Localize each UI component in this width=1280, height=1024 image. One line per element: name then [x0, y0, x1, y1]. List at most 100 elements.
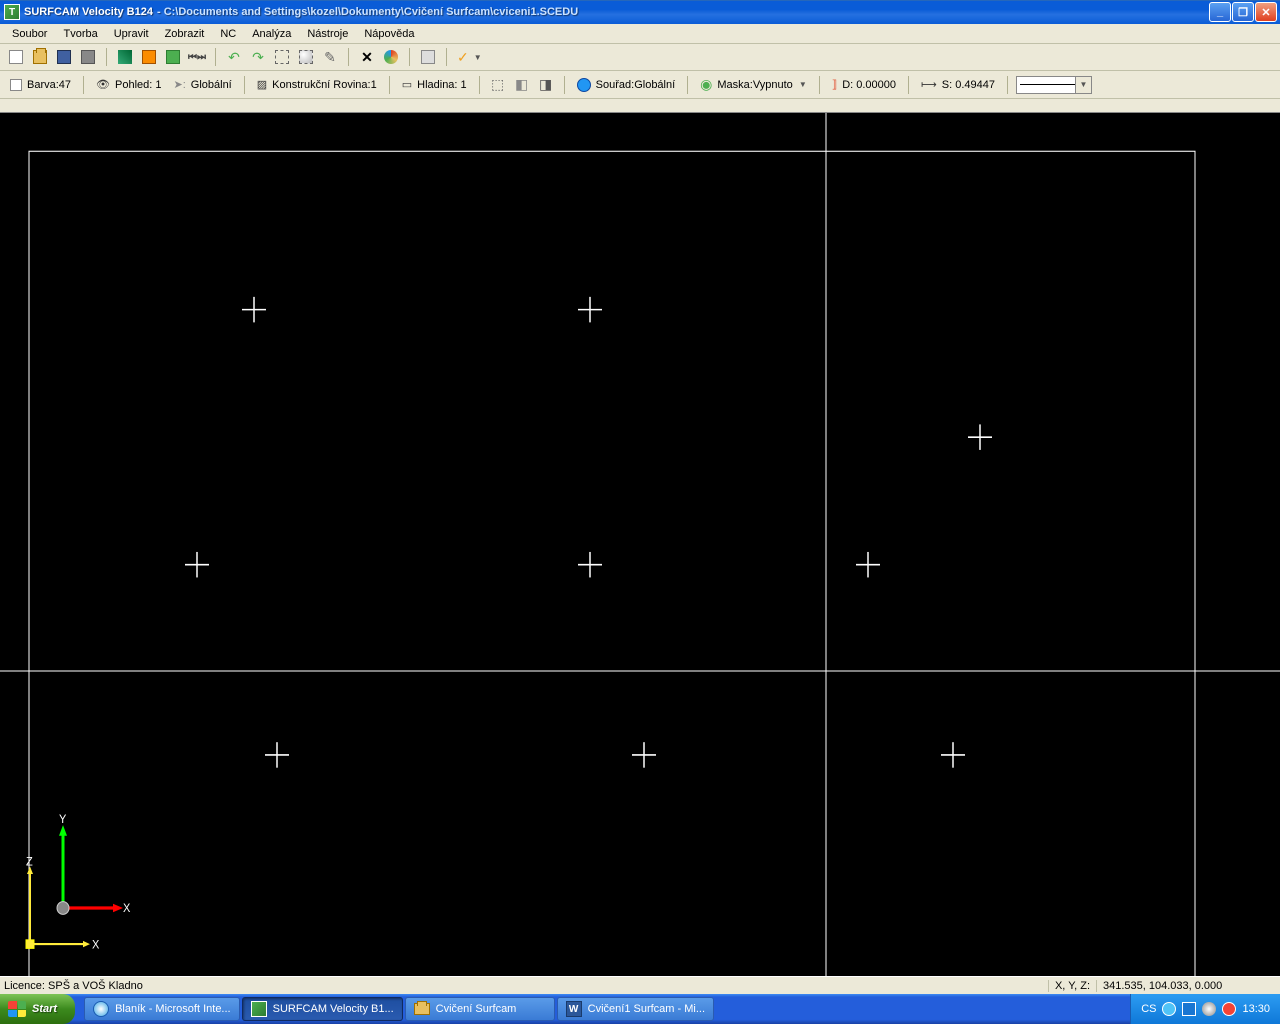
view-selector[interactable]: 👁 Pohled: 1: [92, 78, 165, 91]
chevron-down-icon: ▼: [1075, 77, 1091, 93]
extents-button[interactable]: [272, 47, 292, 67]
maximize-button[interactable]: ❐: [1232, 2, 1254, 22]
calc-button[interactable]: [418, 47, 438, 67]
tool-d-button[interactable]: ⏮⏭: [187, 47, 207, 67]
tray-icon-1[interactable]: [1162, 1002, 1176, 1016]
new-file-icon: [9, 50, 23, 64]
linestyle-selector[interactable]: ▼: [1016, 76, 1092, 94]
save-button[interactable]: [54, 47, 74, 67]
view-label: Pohled: 1: [115, 79, 161, 91]
task-surfcam-label: SURFCAM Velocity B1...: [273, 1003, 394, 1015]
task-ie-button[interactable]: Blaník - Microsoft Inte...: [84, 997, 240, 1021]
open-button[interactable]: [30, 47, 50, 67]
view-iso-button[interactable]: ⬚: [488, 75, 508, 95]
menubar: Soubor Tvorba Upravit Zobrazit NC Analýz…: [0, 24, 1280, 44]
tool-a-button[interactable]: [115, 47, 135, 67]
view-shade2-button[interactable]: ◨: [536, 75, 556, 95]
menu-napoveda[interactable]: Nápověda: [356, 26, 422, 42]
scale-field[interactable]: ⟼ S: 0.49447: [917, 78, 999, 91]
eye-icon: 👁: [96, 78, 110, 91]
tray-icon-2[interactable]: [1182, 1002, 1196, 1016]
clock[interactable]: 13:30: [1242, 1003, 1270, 1015]
depth-label: D: 0.00000: [842, 79, 896, 91]
menu-analyza[interactable]: Analýza: [244, 26, 299, 42]
svg-text:X: X: [123, 903, 131, 915]
construction-plane-label: Konstrukční Rovina:1: [272, 79, 377, 91]
tray-icon-3[interactable]: [1202, 1002, 1216, 1016]
undo-button[interactable]: ↶: [224, 47, 244, 67]
open-folder-icon: [33, 50, 47, 64]
calculator-icon: [421, 50, 435, 64]
app-icon: T: [4, 4, 20, 20]
task-word-button[interactable]: W Cvičení1 Surfcam - Mi...: [557, 997, 714, 1021]
save-icon: [57, 50, 71, 64]
print-icon: [81, 50, 95, 64]
plane-icon: ▨: [257, 78, 267, 91]
tray-icon-4[interactable]: [1222, 1002, 1236, 1016]
chevron-down-icon: ▼: [474, 53, 482, 62]
check-icon: ✓: [457, 49, 469, 66]
task-surfcam-button[interactable]: SURFCAM Velocity B1...: [242, 997, 403, 1021]
license-label: Licence: SPŠ a VOŠ Kladno: [4, 980, 143, 992]
print-button[interactable]: [78, 47, 98, 67]
properties-toolbar: Barva:47 👁 Pohled: 1 ➤: Globální ▨ Konst…: [0, 71, 1280, 99]
main-toolbar: ⏮⏭ ↶ ↷ ✎ ✕ ✓ ▼: [0, 44, 1280, 71]
menu-soubor[interactable]: Soubor: [4, 26, 55, 42]
paint-button[interactable]: ✎: [320, 47, 340, 67]
close-button[interactable]: ✕: [1255, 2, 1277, 22]
construction-plane-selector[interactable]: ▨ Konstrukční Rovina:1: [253, 78, 381, 91]
minimize-button[interactable]: _: [1209, 2, 1231, 22]
svg-text:Y: Y: [59, 814, 67, 826]
drawing-viewport[interactable]: Y X X Z: [0, 113, 1280, 976]
cube-dark-icon: ◨: [539, 76, 552, 93]
menu-tvorba[interactable]: Tvorba: [55, 26, 105, 42]
coord-triad-main: Y X: [57, 814, 131, 916]
layer-label: Hladina: 1: [417, 79, 467, 91]
language-indicator[interactable]: CS: [1141, 1003, 1156, 1015]
task-folder-button[interactable]: Cvičení Surfcam: [405, 997, 555, 1021]
misc-icon: [384, 50, 398, 64]
menu-nastroje[interactable]: Nástroje: [299, 26, 356, 42]
tool-b-button[interactable]: [139, 47, 159, 67]
menu-zobrazit[interactable]: Zobrazit: [157, 26, 213, 42]
mask-selector[interactable]: ◉ Maska:Vypnuto ▼: [696, 76, 811, 93]
color-swatch-icon: [10, 79, 22, 91]
linestyle-preview-icon: [1020, 84, 1075, 85]
tool-c-button[interactable]: [163, 47, 183, 67]
color-selector[interactable]: Barva:47: [6, 79, 75, 91]
system-tray[interactable]: CS 13:30: [1130, 994, 1280, 1024]
depth-field[interactable]: ⟧ D: 0.00000: [828, 78, 900, 91]
layer-selector[interactable]: ▭ Hladina: 1: [398, 78, 471, 91]
scale-label: S: 0.49447: [942, 79, 995, 91]
extents-icon: [275, 50, 289, 64]
windows-flag-icon: [8, 1001, 26, 1017]
global-selector[interactable]: ➤: Globální: [169, 78, 235, 91]
mask-icon: ◉: [700, 76, 712, 93]
zoom-window-icon: [299, 50, 313, 64]
view-shade1-button[interactable]: ◧: [512, 75, 532, 95]
menu-upravit[interactable]: Upravit: [106, 26, 157, 42]
link-icon: [142, 50, 156, 64]
brush-icon: ✎: [324, 49, 336, 66]
cube-solid-icon: ◧: [515, 76, 528, 93]
coord-system-selector[interactable]: Souřad:Globální: [573, 78, 680, 92]
zoom-window-button[interactable]: [296, 47, 316, 67]
global-label: Globální: [191, 79, 232, 91]
misc-button[interactable]: [381, 47, 401, 67]
scale-icon: ⟼: [921, 78, 937, 91]
undo-icon: ↶: [228, 49, 240, 66]
check-dropdown[interactable]: ✓ ▼: [455, 47, 484, 67]
chevron-down-icon: ▼: [799, 80, 807, 89]
delete-button[interactable]: ✕: [357, 47, 377, 67]
task-word-label: Cvičení1 Surfcam - Mi...: [588, 1003, 705, 1015]
statusbar: Licence: SPŠ a VOŠ Kladno X, Y, Z: 341.5…: [0, 976, 1280, 994]
redo-button[interactable]: ↷: [248, 47, 268, 67]
new-button[interactable]: [6, 47, 26, 67]
redo-icon: ↷: [252, 49, 264, 66]
mask-label: Maska:Vypnuto: [717, 79, 792, 91]
color-label: Barva:47: [27, 79, 71, 91]
menu-nc[interactable]: NC: [212, 26, 244, 42]
layer-icon: ▭: [402, 78, 412, 91]
globe-icon: [577, 78, 591, 92]
start-button[interactable]: Start: [0, 994, 75, 1024]
